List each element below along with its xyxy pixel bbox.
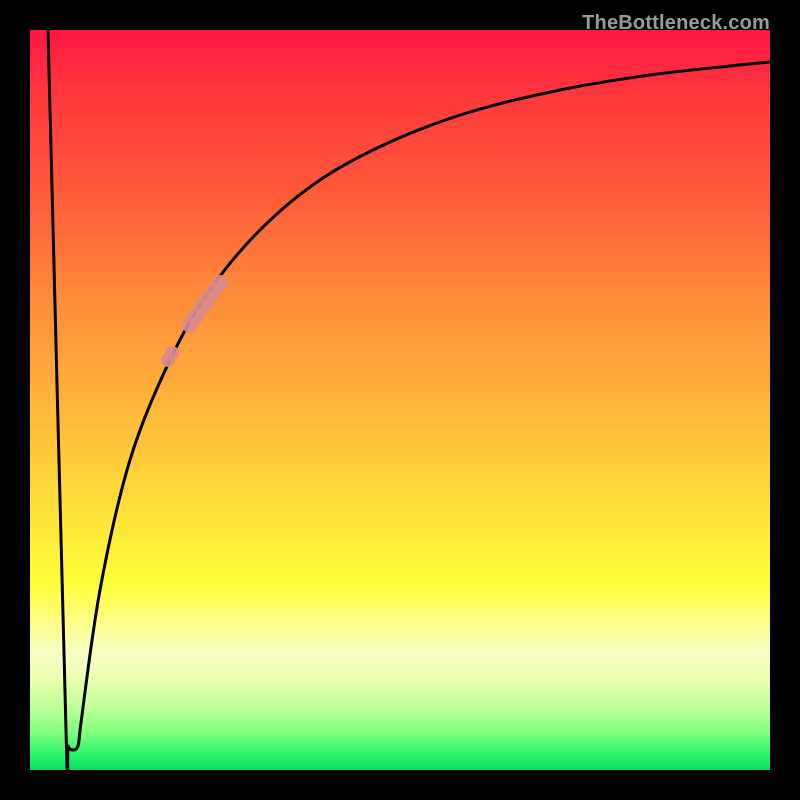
curve-curve-left — [48, 30, 80, 770]
marker-point — [165, 346, 179, 360]
curve-curve-right — [80, 62, 770, 730]
curve-svg — [30, 30, 770, 770]
chart-frame: TheBottleneck.com — [0, 0, 800, 800]
watermark-text: TheBottleneck.com — [582, 12, 770, 35]
plot-area — [30, 30, 770, 770]
marker-point — [212, 275, 228, 291]
